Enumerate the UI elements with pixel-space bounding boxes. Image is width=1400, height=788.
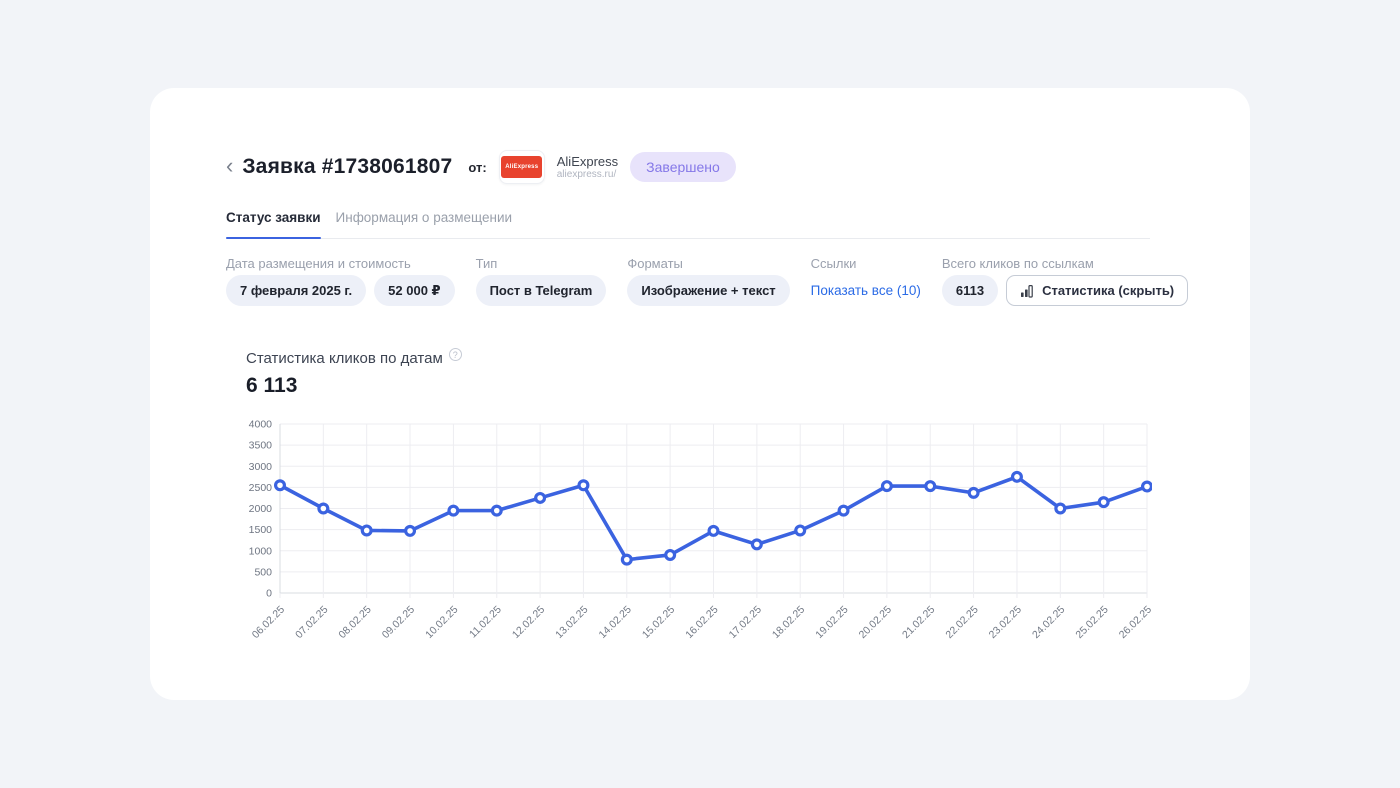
stats-toggle-label: Статистика (скрыть) (1042, 283, 1174, 298)
page-title: Заявка #1738061807 (242, 155, 452, 179)
clicks-chart-section: Статистика кликов по датам ? 6 113 0 500 1… (246, 350, 1150, 655)
aliexpress-logo-icon: AliExpress (501, 156, 542, 178)
svg-text:19.02.25: 19.02.25 (813, 604, 850, 641)
tab-bar: Статус заявки Информация о размещении (226, 210, 1150, 239)
chart-total-value: 6 113 (246, 374, 1150, 398)
info-total-clicks: Всего кликов по ссылкам 6113 Статистика … (942, 256, 1188, 306)
help-icon[interactable]: ? (449, 348, 462, 361)
info-date-cost: Дата размещения и стоимость 7 февраля 20… (226, 256, 455, 306)
info-links: Ссылки Показать все (10) (811, 256, 921, 300)
svg-text:500: 500 (254, 566, 272, 578)
svg-text:2000: 2000 (249, 503, 273, 515)
info-label: Тип (476, 256, 607, 272)
svg-text:1000: 1000 (249, 545, 273, 557)
svg-text:14.02.25: 14.02.25 (597, 604, 634, 641)
svg-text:21.02.25: 21.02.25 (900, 604, 937, 641)
info-label: Всего кликов по ссылкам (942, 256, 1188, 272)
stats-toggle-button[interactable]: Статистика (скрыть) (1006, 275, 1188, 306)
svg-text:13.02.25: 13.02.25 (553, 604, 590, 641)
svg-text:17.02.25: 17.02.25 (727, 604, 764, 641)
svg-text:18.02.25: 18.02.25 (770, 604, 807, 641)
svg-text:3000: 3000 (249, 461, 273, 473)
format-chip: Изображение + текст (627, 275, 789, 306)
svg-text:16.02.25: 16.02.25 (683, 604, 720, 641)
advertiser-name: AliExpress (557, 154, 618, 169)
svg-text:23.02.25: 23.02.25 (987, 604, 1024, 641)
info-label: Форматы (627, 256, 789, 272)
show-all-links-link[interactable]: Показать все (10) (811, 283, 921, 298)
info-type: Тип Пост в Telegram (476, 256, 607, 306)
svg-text:08.02.25: 08.02.25 (336, 604, 373, 641)
request-header: ‹ Заявка #1738061807 от: AliExpress AliE… (226, 150, 1150, 184)
date-chip: 7 февраля 2025 г. (226, 275, 366, 306)
advertiser-url: aliexpress.ru/ (557, 169, 618, 181)
info-label: Ссылки (811, 256, 921, 272)
type-chip: Пост в Telegram (476, 275, 607, 306)
cost-chip: 52 000 ₽ (374, 275, 454, 306)
svg-text:06.02.25: 06.02.25 (250, 604, 287, 641)
svg-text:10.02.25: 10.02.25 (423, 604, 460, 641)
svg-text:4000: 4000 (249, 419, 273, 431)
back-button[interactable]: ‹ (226, 155, 233, 180)
svg-text:25.02.25: 25.02.25 (1073, 604, 1110, 641)
svg-text:11.02.25: 11.02.25 (467, 604, 504, 641)
advertiser-logo: AliExpress (499, 150, 545, 184)
svg-text:0: 0 (266, 588, 272, 600)
status-badge: Завершено (630, 152, 736, 182)
clicks-line-chart[interactable]: 0 500 1000 1500 2000 2500 3000 3500 4000 06.02.25… (216, 418, 1152, 650)
chart-title: Статистика кликов по датам (246, 350, 443, 367)
from-label: от: (468, 160, 486, 175)
info-label: Дата размещения и стоимость (226, 256, 455, 272)
svg-text:20.02.25: 20.02.25 (857, 604, 894, 641)
clicks-count-chip: 6113 (942, 275, 998, 306)
svg-text:07.02.25: 07.02.25 (293, 604, 330, 641)
info-formats: Форматы Изображение + текст (627, 256, 789, 306)
svg-text:1500: 1500 (249, 524, 273, 536)
request-card: ‹ Заявка #1738061807 от: AliExpress AliE… (150, 88, 1250, 700)
svg-text:3500: 3500 (249, 440, 273, 452)
svg-text:15.02.25: 15.02.25 (640, 604, 677, 641)
svg-text:22.02.25: 22.02.25 (943, 604, 980, 641)
svg-text:12.02.25: 12.02.25 (510, 604, 547, 641)
advertiser-info: AliExpress aliexpress.ru/ (557, 154, 618, 181)
svg-text:24.02.25: 24.02.25 (1030, 604, 1067, 641)
svg-text:2500: 2500 (249, 482, 273, 494)
svg-text:26.02.25: 26.02.25 (1117, 604, 1152, 641)
bar-chart-icon (1020, 284, 1034, 298)
svg-text:09.02.25: 09.02.25 (380, 604, 417, 641)
tab-placement-info[interactable]: Информация о размещении (336, 210, 513, 238)
tab-request-status[interactable]: Статус заявки (226, 210, 321, 238)
request-info-row: Дата размещения и стоимость 7 февраля 20… (226, 256, 1150, 306)
